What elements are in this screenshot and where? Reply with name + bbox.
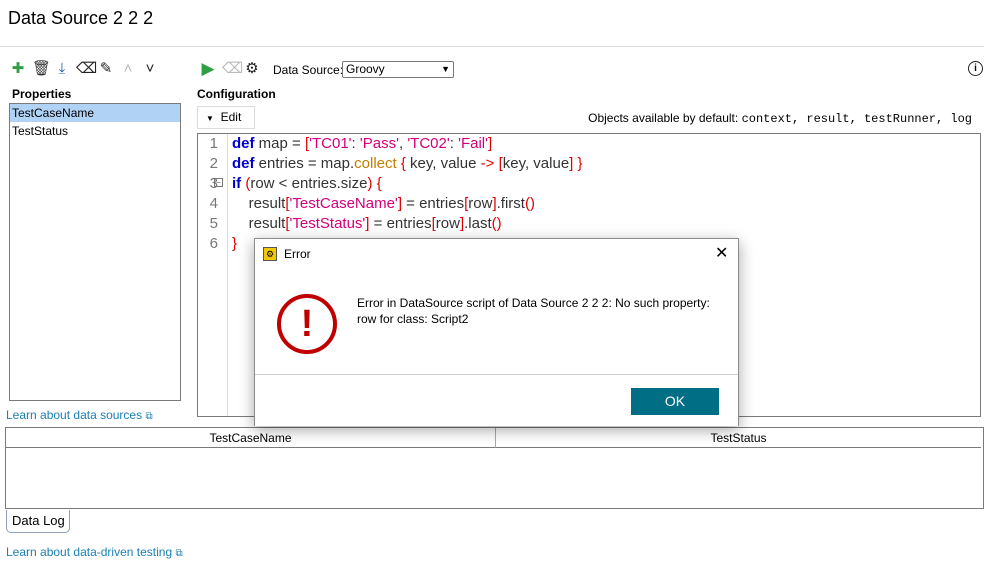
code-line: def entries = map.collect { key, value -…: [232, 154, 583, 174]
dialog-title: Error: [284, 247, 311, 261]
objects-hint: Objects available by default: context, r…: [588, 111, 972, 126]
code-token: .last: [464, 215, 492, 232]
property-item[interactable]: TestCaseName: [10, 104, 180, 122]
objects-prefix: Objects available by default:: [588, 111, 739, 125]
properties-list[interactable]: TestCaseName TestStatus: [9, 103, 181, 401]
code-token: result: [232, 195, 286, 212]
info-icon[interactable]: i: [968, 61, 983, 76]
code-token: (): [524, 195, 535, 212]
line-number: 4: [209, 195, 218, 212]
code-token: if: [232, 175, 242, 192]
link-text[interactable]: Learn about data-driven testing: [6, 545, 172, 559]
code-token: }: [232, 235, 238, 252]
data-table: TestCaseName TestStatus: [5, 427, 984, 509]
code-token: = entries: [401, 195, 465, 212]
plus-icon[interactable]: ✚: [10, 60, 26, 78]
code-token: ->: [480, 155, 495, 172]
column-header[interactable]: TestStatus: [496, 428, 981, 448]
edit-button[interactable]: ▼ Edit: [197, 106, 255, 129]
ok-button[interactable]: OK: [631, 388, 719, 415]
property-item[interactable]: TestStatus: [10, 122, 180, 140]
external-link-icon: ⧉: [145, 411, 153, 422]
code-token: 'Pass': [359, 135, 399, 152]
divider: [0, 46, 984, 47]
configuration-heading: Configuration: [197, 87, 276, 101]
code-token: key, value: [405, 155, 481, 172]
run-icon[interactable]: ▶: [200, 60, 216, 78]
code-token: def: [232, 155, 255, 172]
code-token: :: [351, 135, 360, 152]
data-source-label: Data Source:: [273, 63, 344, 77]
download-icon[interactable]: ⤓: [54, 60, 70, 78]
code-token: = entries: [369, 215, 432, 232]
trash-icon[interactable]: 🗑: [32, 60, 51, 78]
eraser-icon[interactable]: ⌫: [76, 60, 97, 78]
caret-down-icon: ▼: [206, 114, 214, 123]
code-token: result: [232, 215, 286, 232]
line-number: 5: [209, 215, 218, 232]
gear-icon[interactable]: ⚙: [244, 60, 260, 78]
pencil-icon[interactable]: ✎: [98, 60, 114, 78]
external-link-icon: ⧉: [175, 548, 183, 559]
code-token: ]: [487, 135, 493, 152]
code-line: def map = ['TC01': 'Pass', 'TC02': 'Fail…: [232, 134, 492, 154]
learn-data-sources-link[interactable]: Learn about data sources ⧉: [6, 408, 153, 422]
data-source-value: Groovy: [346, 62, 385, 76]
error-icon: !: [277, 294, 337, 354]
code-line: }: [232, 234, 237, 254]
code-token: row: [468, 195, 493, 212]
fold-toggle-icon[interactable]: −: [214, 178, 223, 187]
link-text[interactable]: Learn about data sources: [6, 408, 142, 422]
code-line: result['TestCaseName'] = entries[row].fi…: [232, 194, 535, 214]
line-number: 6: [209, 235, 218, 252]
code-token: row: [435, 215, 460, 232]
code-token: def: [232, 135, 255, 152]
code-token: entries = map.: [254, 155, 355, 172]
error-message: Error in DataSource script of Data Sourc…: [357, 295, 710, 327]
objects-list: context, result, testRunner, log: [741, 112, 972, 126]
edit-label: Edit: [220, 110, 242, 124]
code-token: :: [449, 135, 459, 152]
learn-data-driven-link[interactable]: Learn about data-driven testing ⧉: [6, 545, 183, 559]
code-token: .first: [496, 195, 525, 212]
dropdown-arrow-icon: ▼: [441, 64, 450, 74]
message-line: row for class: Script2: [357, 312, 469, 326]
code-token: }: [577, 155, 583, 172]
properties-heading: Properties: [12, 87, 72, 101]
app-icon: ⚙: [263, 247, 277, 261]
code-token: (): [491, 215, 502, 232]
message-line: Error in DataSource script of Data Sourc…: [357, 296, 710, 310]
chevron-up-icon[interactable]: ˄: [120, 60, 136, 78]
code-token: 'TestCaseName': [289, 195, 398, 212]
code-token: collect: [354, 155, 397, 172]
code-token: {: [376, 175, 382, 192]
dialog-footer: OK: [255, 374, 738, 426]
code-line: result['TestStatus'] = entries[row].last…: [232, 214, 502, 234]
line-number: 1: [209, 135, 218, 152]
clear-icon[interactable]: ⌫: [222, 60, 243, 78]
close-icon[interactable]: ✕: [715, 243, 728, 263]
tab-data-log[interactable]: Data Log: [6, 510, 70, 533]
code-token: row < entries.size: [250, 175, 368, 192]
code-token: key, value: [502, 155, 570, 172]
code-token: 'TC02': [407, 135, 450, 152]
line-number: 2: [209, 155, 218, 172]
code-line: if (row < entries.size) {: [232, 174, 382, 194]
column-header[interactable]: TestCaseName: [6, 428, 496, 448]
code-token: 'Fail': [458, 135, 488, 152]
chevron-down-icon[interactable]: ˅: [142, 60, 158, 78]
code-token: 'TC01': [309, 135, 352, 152]
code-token: map =: [254, 135, 305, 152]
code-token: 'TestStatus': [289, 215, 366, 232]
data-source-select[interactable]: Groovy ▼: [342, 61, 454, 78]
page-title: Data Source 2 2 2: [8, 8, 154, 28]
error-dialog: ⚙ Error ✕ ! Error in DataSource script o…: [254, 238, 739, 426]
